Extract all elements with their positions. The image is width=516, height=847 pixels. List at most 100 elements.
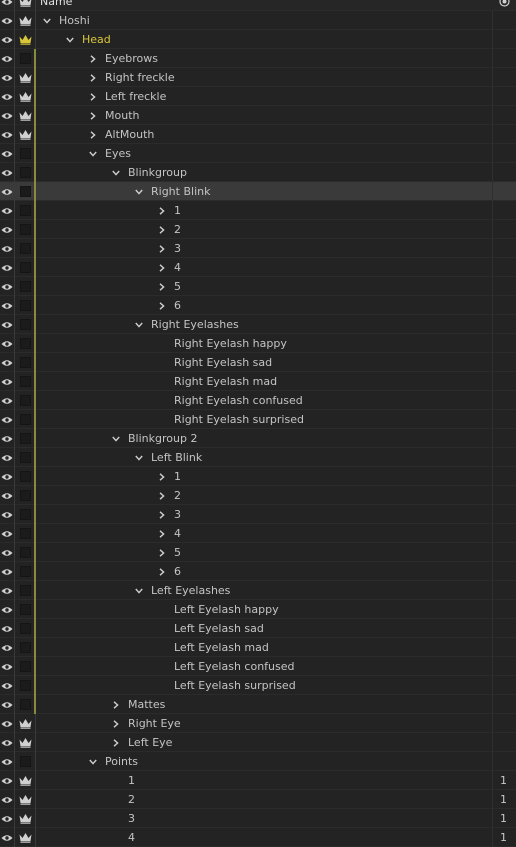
lock-toggle-box[interactable] [15, 581, 35, 600]
visibility-eye-icon[interactable] [0, 562, 14, 581]
visibility-eye-icon[interactable] [0, 182, 14, 201]
visibility-eye-icon[interactable] [0, 619, 14, 638]
layer-row[interactable]: 2 [0, 220, 516, 239]
lock-toggle-box[interactable] [15, 277, 35, 296]
lock-toggle-box[interactable] [15, 600, 35, 619]
visibility-eye-icon[interactable] [0, 11, 14, 30]
chevron-right-icon[interactable] [157, 296, 167, 315]
chevron-right-icon[interactable] [88, 87, 98, 106]
layer-row[interactable]: Left Eyelash mad [0, 638, 516, 657]
visibility-eye-icon[interactable] [0, 467, 14, 486]
visibility-eye-icon[interactable] [0, 296, 14, 315]
lock-toggle-box[interactable] [15, 258, 35, 277]
chevron-down-icon[interactable] [65, 30, 75, 49]
chevron-right-icon[interactable] [157, 486, 167, 505]
visibility-eye-icon[interactable] [0, 201, 14, 220]
lock-toggle-box[interactable] [15, 410, 35, 429]
layer-row[interactable]: Right Eye [0, 714, 516, 733]
crown-icon[interactable] [15, 106, 35, 125]
lock-toggle-box[interactable] [15, 448, 35, 467]
visibility-eye-icon[interactable] [0, 733, 14, 752]
lock-toggle-box[interactable] [15, 524, 35, 543]
layer-row[interactable]: Right Eyelash confused [0, 391, 516, 410]
crown-icon[interactable] [15, 30, 35, 49]
visibility-eye-icon[interactable] [0, 106, 14, 125]
lock-toggle-box[interactable] [15, 201, 35, 220]
visibility-eye-icon[interactable] [0, 581, 14, 600]
layer-row[interactable]: Right Eyelash surprised [0, 410, 516, 429]
layer-row[interactable]: 21 [0, 790, 516, 809]
layer-row[interactable]: Right Eyelash happy [0, 334, 516, 353]
crown-icon[interactable] [15, 809, 35, 828]
chevron-down-icon[interactable] [111, 163, 121, 182]
chevron-right-icon[interactable] [157, 543, 167, 562]
layer-row[interactable]: Left Eyelashes [0, 581, 516, 600]
column-options-icon[interactable] [499, 0, 510, 10]
chevron-right-icon[interactable] [157, 505, 167, 524]
visibility-eye-icon[interactable] [0, 49, 14, 68]
layer-row[interactable]: 5 [0, 277, 516, 296]
visibility-eye-icon[interactable] [0, 695, 14, 714]
lock-toggle-box[interactable] [15, 676, 35, 695]
chevron-right-icon[interactable] [157, 524, 167, 543]
lock-toggle-box[interactable] [15, 695, 35, 714]
visibility-eye-icon[interactable] [0, 30, 14, 49]
layer-row[interactable]: Left freckle [0, 87, 516, 106]
chevron-down-icon[interactable] [134, 315, 144, 334]
visibility-eye-icon[interactable] [0, 353, 14, 372]
layer-row[interactable]: Mouth [0, 106, 516, 125]
chevron-right-icon[interactable] [88, 125, 98, 144]
visibility-eye-icon[interactable] [0, 372, 14, 391]
lock-toggle-box[interactable] [15, 391, 35, 410]
visibility-eye-icon[interactable] [0, 828, 14, 847]
crown-icon[interactable] [15, 790, 35, 809]
visibility-eye-icon[interactable] [0, 752, 14, 771]
visibility-eye-icon[interactable] [0, 524, 14, 543]
chevron-right-icon[interactable] [111, 714, 121, 733]
layer-row[interactable]: Hoshi [0, 11, 516, 30]
crown-icon[interactable] [15, 771, 35, 790]
chevron-down-icon[interactable] [134, 448, 144, 467]
layer-row[interactable]: 31 [0, 809, 516, 828]
chevron-down-icon[interactable] [111, 429, 121, 448]
layer-row[interactable]: Blinkgroup 2 [0, 429, 516, 448]
chevron-down-icon[interactable] [134, 182, 144, 201]
lock-toggle-box[interactable] [15, 372, 35, 391]
visibility-eye-icon[interactable] [0, 144, 14, 163]
lock-toggle-box[interactable] [15, 144, 35, 163]
visibility-eye-icon[interactable] [0, 410, 14, 429]
crown-icon[interactable] [15, 733, 35, 752]
crown-icon[interactable] [15, 714, 35, 733]
layer-row[interactable]: Eyes [0, 144, 516, 163]
layer-row[interactable]: 6 [0, 296, 516, 315]
visibility-eye-icon[interactable] [0, 790, 14, 809]
visibility-eye-icon[interactable] [0, 239, 14, 258]
crown-icon[interactable] [15, 87, 35, 106]
layer-row[interactable]: Head [0, 30, 516, 49]
chevron-right-icon[interactable] [111, 695, 121, 714]
layer-row[interactable]: Right Blink [0, 182, 516, 201]
layer-row[interactable]: 4 [0, 258, 516, 277]
crown-icon[interactable] [15, 125, 35, 144]
chevron-right-icon[interactable] [157, 467, 167, 486]
lock-toggle-box[interactable] [15, 163, 35, 182]
layer-row[interactable]: Right Eyelash sad [0, 353, 516, 372]
layer-row[interactable]: Blinkgroup [0, 163, 516, 182]
visibility-eye-icon[interactable] [0, 809, 14, 828]
chevron-right-icon[interactable] [157, 220, 167, 239]
chevron-right-icon[interactable] [88, 49, 98, 68]
visibility-eye-icon[interactable] [0, 429, 14, 448]
crown-icon[interactable] [15, 828, 35, 847]
layer-row[interactable]: Points [0, 752, 516, 771]
lock-toggle-box[interactable] [15, 429, 35, 448]
lock-toggle-box[interactable] [15, 638, 35, 657]
layer-row[interactable]: Left Eyelash sad [0, 619, 516, 638]
layer-row[interactable]: 41 [0, 828, 516, 847]
chevron-right-icon[interactable] [157, 258, 167, 277]
lock-toggle-box[interactable] [15, 182, 35, 201]
layer-row[interactable]: 2 [0, 486, 516, 505]
layer-row[interactable]: Right Eyelashes [0, 315, 516, 334]
crown-icon[interactable] [15, 68, 35, 87]
layer-row[interactable]: Left Eyelash confused [0, 657, 516, 676]
visibility-eye-icon[interactable] [0, 486, 14, 505]
